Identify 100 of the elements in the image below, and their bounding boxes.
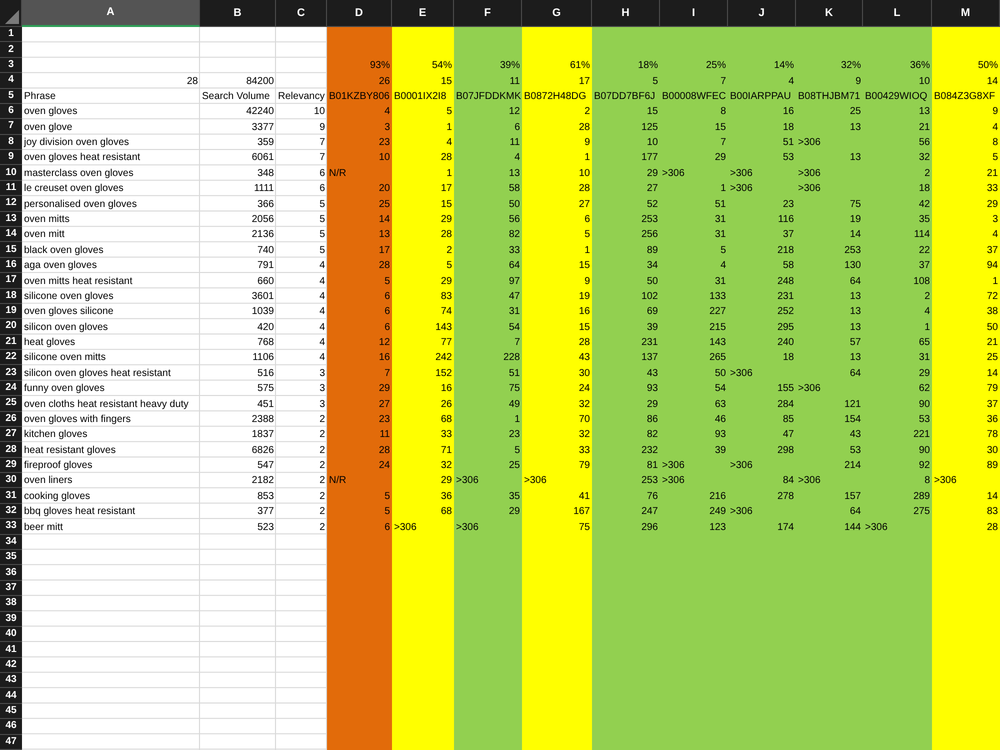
number-value: 21 [986, 338, 998, 348]
row-header[interactable]: 44 [0, 688, 22, 704]
row-header[interactable]: 40 [0, 626, 22, 642]
text-value: Relevancy [278, 92, 325, 102]
row-header[interactable]: 9 [0, 150, 22, 166]
text-value: >306 [798, 384, 821, 394]
column-header[interactable]: L [863, 0, 932, 27]
number-value: 39 [646, 322, 658, 333]
row-header[interactable]: 5 [0, 88, 22, 104]
number-value: 5 [584, 230, 590, 240]
column-header[interactable]: A [22, 0, 200, 27]
number-value: 34 [646, 261, 658, 272]
row-header[interactable]: 8 [0, 134, 22, 150]
number-value: 248 [777, 276, 794, 286]
number-value: 740 [257, 246, 274, 256]
column-header[interactable]: C [276, 0, 327, 27]
select-all-button[interactable] [0, 0, 22, 27]
row-header[interactable]: 47 [0, 734, 22, 750]
number-value: 5 [319, 230, 325, 240]
number-value: 231 [641, 338, 658, 348]
column-header[interactable]: K [796, 0, 863, 27]
number-value: 83 [986, 507, 998, 518]
column-header[interactable]: F [454, 0, 522, 27]
row-header[interactable]: 7 [0, 119, 22, 135]
row-header[interactable]: 3 [0, 58, 22, 74]
row-header[interactable]: 4 [0, 73, 22, 89]
column-header[interactable]: E [392, 0, 454, 27]
column-header[interactable]: H [592, 0, 660, 27]
row-header[interactable]: 43 [0, 673, 22, 688]
number-value: 1 [446, 168, 452, 179]
row-header[interactable]: 15 [0, 242, 22, 258]
number-value: 2 [319, 522, 325, 533]
number-value: 154 [844, 414, 861, 425]
row-header[interactable]: 30 [0, 473, 22, 488]
column-header[interactable]: J [728, 0, 796, 27]
row-header[interactable]: 6 [0, 104, 22, 120]
row-header[interactable]: 16 [0, 258, 22, 274]
number-value: 16 [578, 307, 590, 318]
row-header[interactable]: 1 [0, 27, 22, 42]
column-header[interactable]: I [660, 0, 728, 27]
row-header[interactable]: 29 [0, 458, 22, 474]
row-header[interactable]: 2 [0, 42, 22, 58]
number-value: 5 [992, 153, 998, 164]
row-header[interactable]: 20 [0, 319, 22, 335]
row-header[interactable]: 10 [0, 165, 22, 181]
row-header[interactable]: 22 [0, 350, 22, 366]
row-header[interactable]: 42 [0, 658, 22, 674]
row-header[interactable]: 39 [0, 612, 22, 627]
text-value: B0872H48DG [524, 92, 586, 102]
number-value: 35 [508, 492, 520, 502]
number-value: 85 [782, 414, 794, 425]
row-header[interactable]: 26 [0, 412, 22, 427]
number-value: 10 [578, 168, 590, 179]
text-value: oven gloves silicone [24, 307, 114, 318]
number-value: 58 [782, 261, 794, 272]
row-header[interactable]: 38 [0, 596, 22, 612]
row-header[interactable]: 12 [0, 196, 22, 212]
row-header[interactable]: 45 [0, 704, 22, 720]
column-header[interactable]: M [932, 0, 1000, 27]
number-value: 240 [777, 338, 794, 348]
number-value: 6061 [252, 153, 274, 164]
row-header[interactable]: 18 [0, 288, 22, 304]
text-value: >306 [524, 476, 547, 486]
row-header[interactable]: 19 [0, 304, 22, 320]
row-header[interactable]: 14 [0, 226, 22, 242]
number-value: 4 [788, 76, 794, 87]
row-header[interactable]: 36 [0, 565, 22, 581]
row-header[interactable]: 23 [0, 365, 22, 381]
number-value: 114 [914, 230, 930, 240]
row-header[interactable]: 25 [0, 396, 22, 412]
number-value: 10 [918, 76, 930, 87]
column-header[interactable]: G [522, 0, 592, 27]
number-value: 47 [782, 430, 794, 440]
text-value: silicone oven gloves [24, 292, 114, 302]
row-header[interactable]: 27 [0, 426, 22, 442]
row-header[interactable]: 46 [0, 719, 22, 735]
row-header[interactable]: 21 [0, 334, 22, 350]
row-header[interactable]: 41 [0, 642, 22, 658]
column-header[interactable]: B [200, 0, 276, 27]
row-header[interactable]: 35 [0, 550, 22, 566]
text-value: personalised oven gloves [24, 200, 137, 210]
number-value: 6 [384, 292, 390, 302]
number-value: 227 [709, 307, 726, 318]
row-header[interactable]: 28 [0, 442, 22, 458]
number-value: 24 [378, 461, 390, 472]
row-header[interactable]: 17 [0, 273, 22, 288]
row-header[interactable]: 24 [0, 380, 22, 396]
number-value: 25 [850, 107, 861, 118]
row-header[interactable]: 11 [0, 180, 22, 196]
row-header[interactable]: 34 [0, 534, 22, 550]
row-header[interactable]: 31 [0, 488, 22, 504]
number-value: 249 [709, 507, 726, 518]
row-header[interactable]: 32 [0, 504, 22, 520]
column-header[interactable]: D [327, 0, 392, 27]
row-header[interactable]: 33 [0, 519, 22, 535]
row-header[interactable]: 37 [0, 580, 22, 596]
number-value: 221 [913, 430, 930, 440]
triangle-icon [5, 10, 19, 24]
row-header[interactable]: 13 [0, 212, 22, 227]
number-value: 62 [918, 384, 930, 394]
